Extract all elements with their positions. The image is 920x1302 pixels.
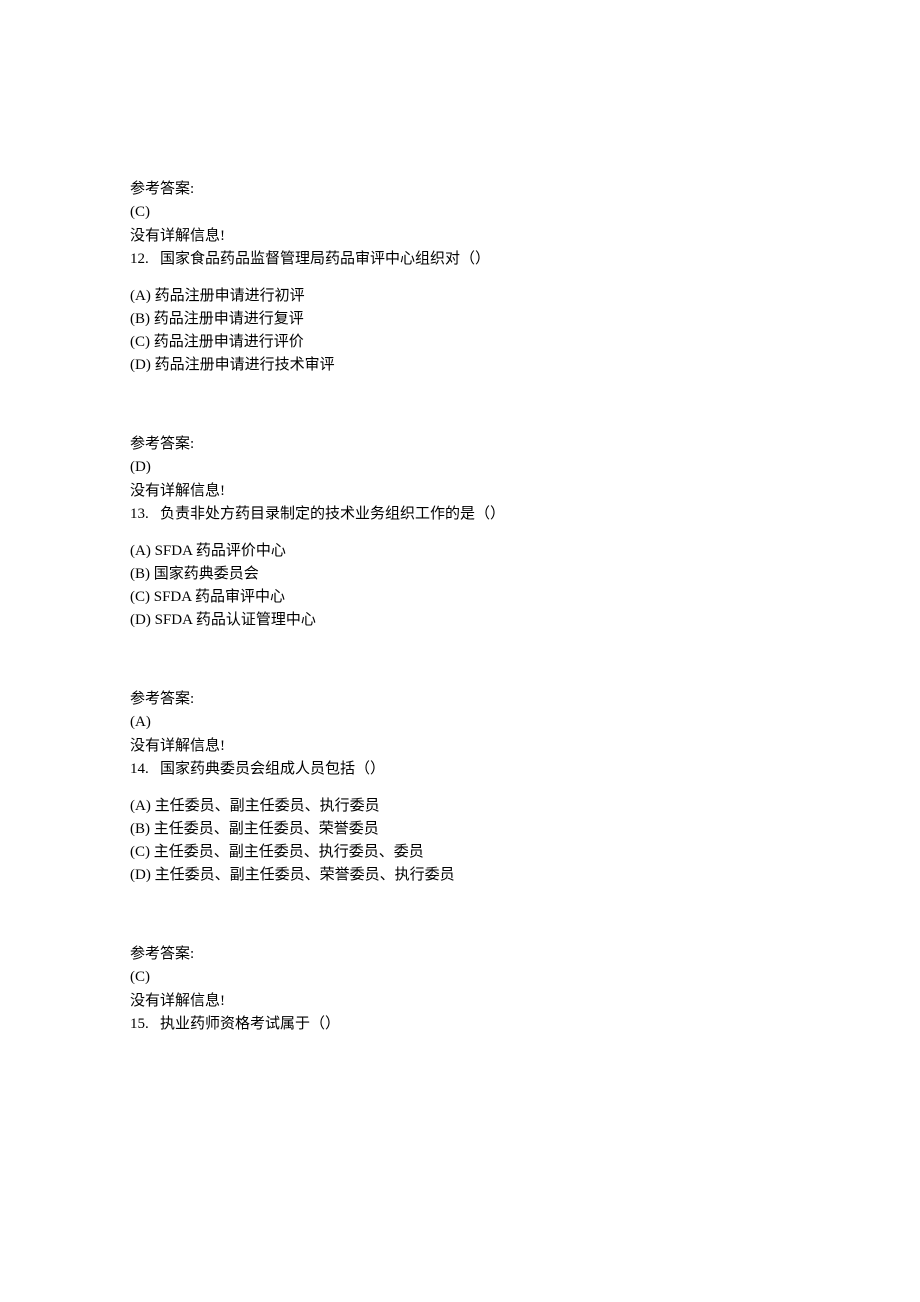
option-a: (A) 药品注册申请进行初评 (130, 285, 790, 308)
option-c: (C) 药品注册申请进行评价 (130, 331, 790, 354)
question-line: 14. 国家药典委员会组成人员包括（） (130, 758, 790, 781)
question-line: 15. 执业药师资格考试属于（） (130, 1013, 790, 1036)
option-d: (D) 药品注册申请进行技术审评 (130, 354, 790, 377)
option-b: (B) 药品注册申请进行复评 (130, 308, 790, 331)
option-a: (A) SFDA 药品评价中心 (130, 540, 790, 563)
answer-value: (D) (130, 456, 790, 479)
option-c: (C) 主任委员、副主任委员、执行委员、委员 (130, 841, 790, 864)
no-detail: 没有详解信息! (130, 225, 790, 248)
option-b: (B) 主任委员、副主任委员、荣誉委员 (130, 818, 790, 841)
answer-value: (C) (130, 966, 790, 989)
option-a: (A) 主任委员、副主任委员、执行委员 (130, 795, 790, 818)
no-detail: 没有详解信息! (130, 990, 790, 1013)
answer-header: 参考答案: (130, 433, 790, 456)
answer-header: 参考答案: (130, 688, 790, 711)
option-b: (B) 国家药典委员会 (130, 563, 790, 586)
answer-value: (A) (130, 711, 790, 734)
option-d: (D) SFDA 药品认证管理中心 (130, 609, 790, 632)
question-number: 15. (130, 1016, 149, 1032)
option-d: (D) 主任委员、副主任委员、荣誉委员、执行委员 (130, 864, 790, 887)
question-number: 14. (130, 761, 149, 777)
question-text: 负责非处方药目录制定的技术业务组织工作的是（） (160, 506, 505, 522)
question-number: 12. (130, 251, 149, 267)
question-line: 13. 负责非处方药目录制定的技术业务组织工作的是（） (130, 503, 790, 526)
question-text: 国家食品药品监督管理局药品审评中心组织对（） (160, 251, 490, 267)
no-detail: 没有详解信息! (130, 735, 790, 758)
question-text: 执业药师资格考试属于（） (160, 1016, 340, 1032)
question-number: 13. (130, 506, 149, 522)
question-text: 国家药典委员会组成人员包括（） (160, 761, 385, 777)
option-c: (C) SFDA 药品审评中心 (130, 586, 790, 609)
question-line: 12. 国家食品药品监督管理局药品审评中心组织对（） (130, 248, 790, 271)
no-detail: 没有详解信息! (130, 480, 790, 503)
document-page: 参考答案: (C) 没有详解信息! 12. 国家食品药品监督管理局药品审评中心组… (0, 0, 920, 1036)
answer-value: (C) (130, 201, 790, 224)
answer-header: 参考答案: (130, 943, 790, 966)
answer-header: 参考答案: (130, 178, 790, 201)
